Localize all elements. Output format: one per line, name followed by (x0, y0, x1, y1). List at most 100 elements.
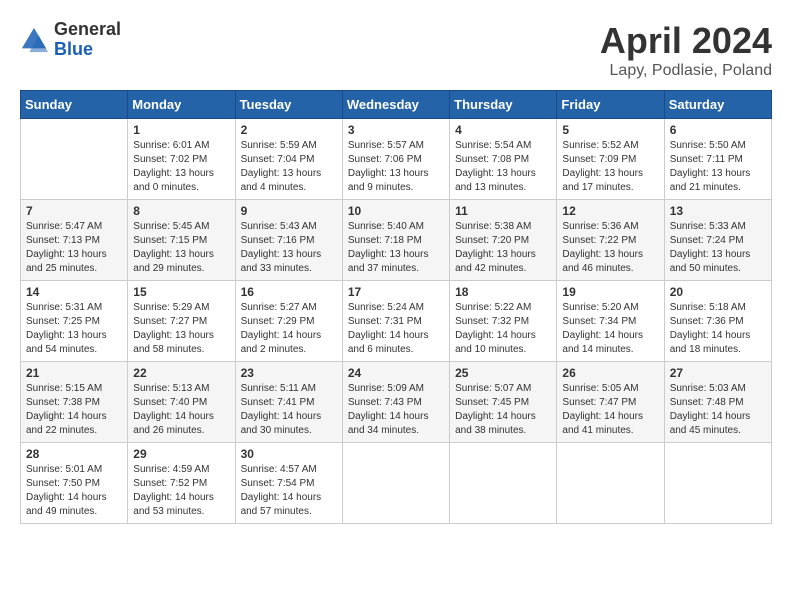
header-tuesday: Tuesday (235, 91, 342, 119)
day-number: 21 (26, 366, 122, 380)
calendar-cell: 19 Sunrise: 5:20 AM Sunset: 7:34 PM Dayl… (557, 281, 664, 362)
cell-info: Sunrise: 5:18 AM Sunset: 7:36 PM Dayligh… (670, 301, 766, 357)
day-number: 6 (670, 123, 766, 137)
calendar-cell (21, 119, 128, 200)
sunrise-text: Sunrise: 5:47 AM (26, 221, 102, 232)
sunset-text: Sunset: 7:43 PM (348, 397, 422, 408)
sunset-text: Sunset: 7:16 PM (241, 235, 315, 246)
day-number: 24 (348, 366, 444, 380)
daylight-text: Daylight: 14 hours and 41 minutes. (562, 411, 643, 436)
sunset-text: Sunset: 7:31 PM (348, 316, 422, 327)
daylight-text: Daylight: 14 hours and 14 minutes. (562, 330, 643, 355)
cell-info: Sunrise: 5:33 AM Sunset: 7:24 PM Dayligh… (670, 220, 766, 276)
cell-info: Sunrise: 5:29 AM Sunset: 7:27 PM Dayligh… (133, 301, 229, 357)
calendar-cell: 20 Sunrise: 5:18 AM Sunset: 7:36 PM Dayl… (664, 281, 771, 362)
sunset-text: Sunset: 7:29 PM (241, 316, 315, 327)
calendar-cell: 2 Sunrise: 5:59 AM Sunset: 7:04 PM Dayli… (235, 119, 342, 200)
cell-info: Sunrise: 5:57 AM Sunset: 7:06 PM Dayligh… (348, 139, 444, 195)
sunset-text: Sunset: 7:22 PM (562, 235, 636, 246)
cell-info: Sunrise: 5:03 AM Sunset: 7:48 PM Dayligh… (670, 382, 766, 438)
cell-info: Sunrise: 5:54 AM Sunset: 7:08 PM Dayligh… (455, 139, 551, 195)
calendar-cell: 13 Sunrise: 5:33 AM Sunset: 7:24 PM Dayl… (664, 200, 771, 281)
calendar-cell: 26 Sunrise: 5:05 AM Sunset: 7:47 PM Dayl… (557, 362, 664, 443)
day-number: 27 (670, 366, 766, 380)
sunrise-text: Sunrise: 5:45 AM (133, 221, 209, 232)
day-number: 5 (562, 123, 658, 137)
sunset-text: Sunset: 7:38 PM (26, 397, 100, 408)
calendar-cell: 21 Sunrise: 5:15 AM Sunset: 7:38 PM Dayl… (21, 362, 128, 443)
daylight-text: Daylight: 14 hours and 18 minutes. (670, 330, 751, 355)
day-number: 4 (455, 123, 551, 137)
logo: General Blue (20, 20, 121, 60)
calendar-cell: 4 Sunrise: 5:54 AM Sunset: 7:08 PM Dayli… (450, 119, 557, 200)
day-number: 16 (241, 285, 337, 299)
sunrise-text: Sunrise: 5:27 AM (241, 302, 317, 313)
header-thursday: Thursday (450, 91, 557, 119)
header-sunday: Sunday (21, 91, 128, 119)
calendar-cell: 16 Sunrise: 5:27 AM Sunset: 7:29 PM Dayl… (235, 281, 342, 362)
cell-info: Sunrise: 5:45 AM Sunset: 7:15 PM Dayligh… (133, 220, 229, 276)
day-number: 7 (26, 204, 122, 218)
cell-info: Sunrise: 5:43 AM Sunset: 7:16 PM Dayligh… (241, 220, 337, 276)
daylight-text: Daylight: 13 hours and 0 minutes. (133, 168, 214, 193)
day-number: 11 (455, 204, 551, 218)
day-number: 26 (562, 366, 658, 380)
calendar-cell: 5 Sunrise: 5:52 AM Sunset: 7:09 PM Dayli… (557, 119, 664, 200)
calendar-cell: 23 Sunrise: 5:11 AM Sunset: 7:41 PM Dayl… (235, 362, 342, 443)
sunrise-text: Sunrise: 5:43 AM (241, 221, 317, 232)
day-number: 14 (26, 285, 122, 299)
sunset-text: Sunset: 7:52 PM (133, 478, 207, 489)
sunrise-text: Sunrise: 5:38 AM (455, 221, 531, 232)
calendar-cell: 6 Sunrise: 5:50 AM Sunset: 7:11 PM Dayli… (664, 119, 771, 200)
cell-info: Sunrise: 5:22 AM Sunset: 7:32 PM Dayligh… (455, 301, 551, 357)
daylight-text: Daylight: 14 hours and 45 minutes. (670, 411, 751, 436)
sunrise-text: Sunrise: 5:36 AM (562, 221, 638, 232)
calendar-cell: 8 Sunrise: 5:45 AM Sunset: 7:15 PM Dayli… (128, 200, 235, 281)
cell-info: Sunrise: 5:01 AM Sunset: 7:50 PM Dayligh… (26, 463, 122, 519)
cell-info: Sunrise: 5:20 AM Sunset: 7:34 PM Dayligh… (562, 301, 658, 357)
daylight-text: Daylight: 14 hours and 30 minutes. (241, 411, 322, 436)
cell-info: Sunrise: 5:09 AM Sunset: 7:43 PM Dayligh… (348, 382, 444, 438)
sunset-text: Sunset: 7:40 PM (133, 397, 207, 408)
daylight-text: Daylight: 13 hours and 46 minutes. (562, 249, 643, 274)
daylight-text: Daylight: 13 hours and 25 minutes. (26, 249, 107, 274)
sunset-text: Sunset: 7:32 PM (455, 316, 529, 327)
calendar-cell: 22 Sunrise: 5:13 AM Sunset: 7:40 PM Dayl… (128, 362, 235, 443)
cell-info: Sunrise: 5:59 AM Sunset: 7:04 PM Dayligh… (241, 139, 337, 195)
calendar-cell: 9 Sunrise: 5:43 AM Sunset: 7:16 PM Dayli… (235, 200, 342, 281)
day-number: 19 (562, 285, 658, 299)
day-number: 8 (133, 204, 229, 218)
day-number: 22 (133, 366, 229, 380)
calendar-cell (557, 443, 664, 524)
calendar-cell: 24 Sunrise: 5:09 AM Sunset: 7:43 PM Dayl… (342, 362, 449, 443)
cell-info: Sunrise: 5:40 AM Sunset: 7:18 PM Dayligh… (348, 220, 444, 276)
sunrise-text: Sunrise: 5:09 AM (348, 383, 424, 394)
sunset-text: Sunset: 7:18 PM (348, 235, 422, 246)
daylight-text: Daylight: 14 hours and 57 minutes. (241, 492, 322, 517)
sunset-text: Sunset: 7:47 PM (562, 397, 636, 408)
sunrise-text: Sunrise: 5:20 AM (562, 302, 638, 313)
calendar-cell: 29 Sunrise: 4:59 AM Sunset: 7:52 PM Dayl… (128, 443, 235, 524)
daylight-text: Daylight: 14 hours and 10 minutes. (455, 330, 536, 355)
sunrise-text: Sunrise: 5:33 AM (670, 221, 746, 232)
sunrise-text: Sunrise: 5:22 AM (455, 302, 531, 313)
daylight-text: Daylight: 14 hours and 53 minutes. (133, 492, 214, 517)
calendar-cell: 17 Sunrise: 5:24 AM Sunset: 7:31 PM Dayl… (342, 281, 449, 362)
day-number: 12 (562, 204, 658, 218)
sunrise-text: Sunrise: 5:24 AM (348, 302, 424, 313)
cell-info: Sunrise: 4:59 AM Sunset: 7:52 PM Dayligh… (133, 463, 229, 519)
cell-info: Sunrise: 6:01 AM Sunset: 7:02 PM Dayligh… (133, 139, 229, 195)
sunrise-text: Sunrise: 5:07 AM (455, 383, 531, 394)
cell-info: Sunrise: 5:15 AM Sunset: 7:38 PM Dayligh… (26, 382, 122, 438)
sunset-text: Sunset: 7:09 PM (562, 154, 636, 165)
sunrise-text: Sunrise: 6:01 AM (133, 140, 209, 151)
sunrise-text: Sunrise: 5:31 AM (26, 302, 102, 313)
day-number: 30 (241, 447, 337, 461)
sunrise-text: Sunrise: 5:03 AM (670, 383, 746, 394)
sunset-text: Sunset: 7:50 PM (26, 478, 100, 489)
sunset-text: Sunset: 7:41 PM (241, 397, 315, 408)
daylight-text: Daylight: 13 hours and 17 minutes. (562, 168, 643, 193)
sunrise-text: Sunrise: 5:57 AM (348, 140, 424, 151)
daylight-text: Daylight: 14 hours and 49 minutes. (26, 492, 107, 517)
day-number: 18 (455, 285, 551, 299)
